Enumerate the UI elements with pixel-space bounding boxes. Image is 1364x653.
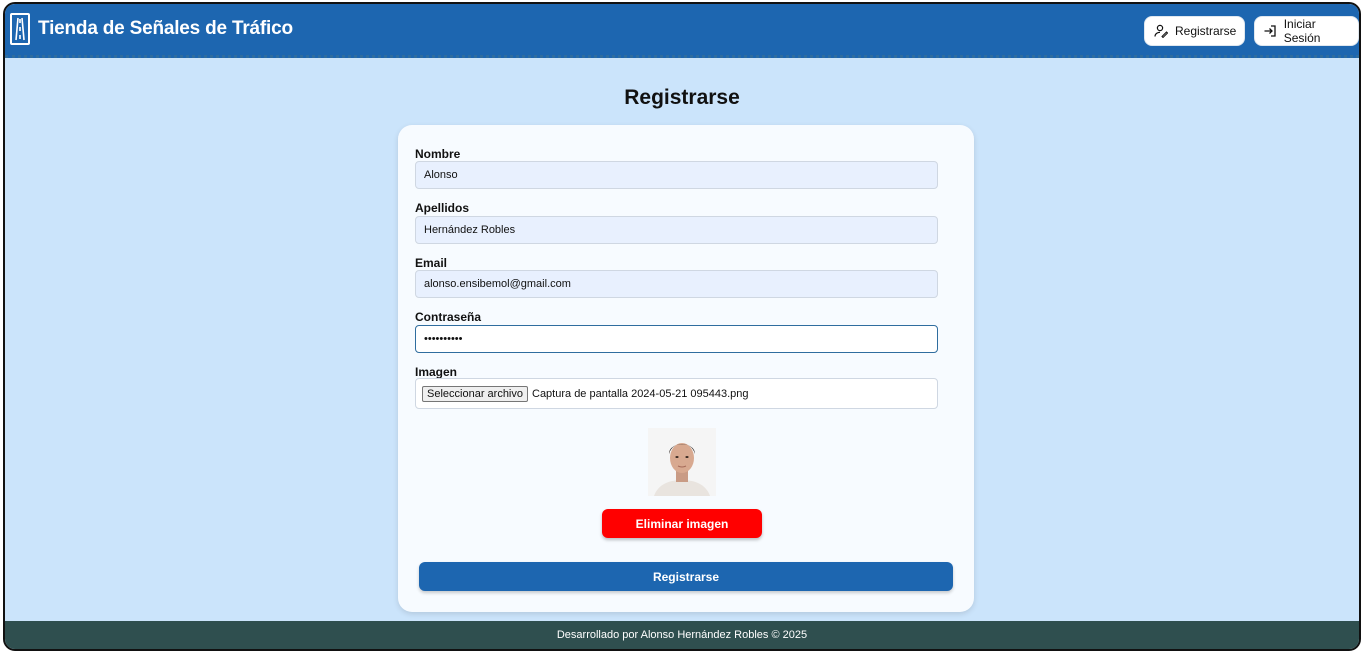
register-form: Nombre Apellidos Email Contraseña Imagen…: [398, 125, 974, 612]
selected-file-name: Captura de pantalla 2024-05-21 095443.pn…: [532, 387, 749, 400]
apellidos-field[interactable]: [415, 216, 938, 244]
login-nav-button[interactable]: Iniciar Sesión: [1254, 16, 1359, 46]
nombre-field[interactable]: [415, 161, 938, 189]
top-navbar: Tienda de Señales de Tráfico Registrarse…: [5, 4, 1359, 58]
log-in-icon: [1263, 23, 1278, 39]
email-label: Email: [415, 256, 448, 270]
imagen-label: Imagen: [415, 365, 458, 379]
register-nav-button[interactable]: Registrarse: [1144, 16, 1246, 46]
footer: Desarrollado por Alonso Hernández Robles…: [5, 621, 1359, 649]
apellidos-label: Apellidos: [415, 201, 470, 215]
password-label: Contraseña: [415, 310, 482, 324]
brand-title[interactable]: Tienda de Señales de Tráfico: [38, 18, 293, 40]
choose-file-button[interactable]: Seleccionar archivo: [422, 385, 528, 402]
submit-register-button[interactable]: Registrarse: [419, 562, 953, 591]
nombre-label: Nombre: [415, 147, 461, 161]
page-title: Registrarse: [624, 86, 740, 109]
user-pen-icon: [1153, 23, 1169, 39]
password-field[interactable]: [415, 325, 938, 353]
avatar-preview: [648, 428, 716, 496]
remove-image-button[interactable]: Eliminar imagen: [602, 509, 762, 538]
register-nav-label: Registrarse: [1175, 24, 1237, 38]
road-sign-icon[interactable]: [10, 13, 30, 45]
image-file-input[interactable]: Seleccionar archivo Captura de pantalla …: [415, 378, 938, 409]
login-nav-label: Iniciar Sesión: [1283, 17, 1321, 45]
footer-text: Desarrollado por Alonso Hernández Robles…: [556, 629, 808, 641]
app-window: Tienda de Señales de Tráfico Registrarse…: [3, 2, 1361, 651]
email-field[interactable]: [415, 270, 938, 298]
